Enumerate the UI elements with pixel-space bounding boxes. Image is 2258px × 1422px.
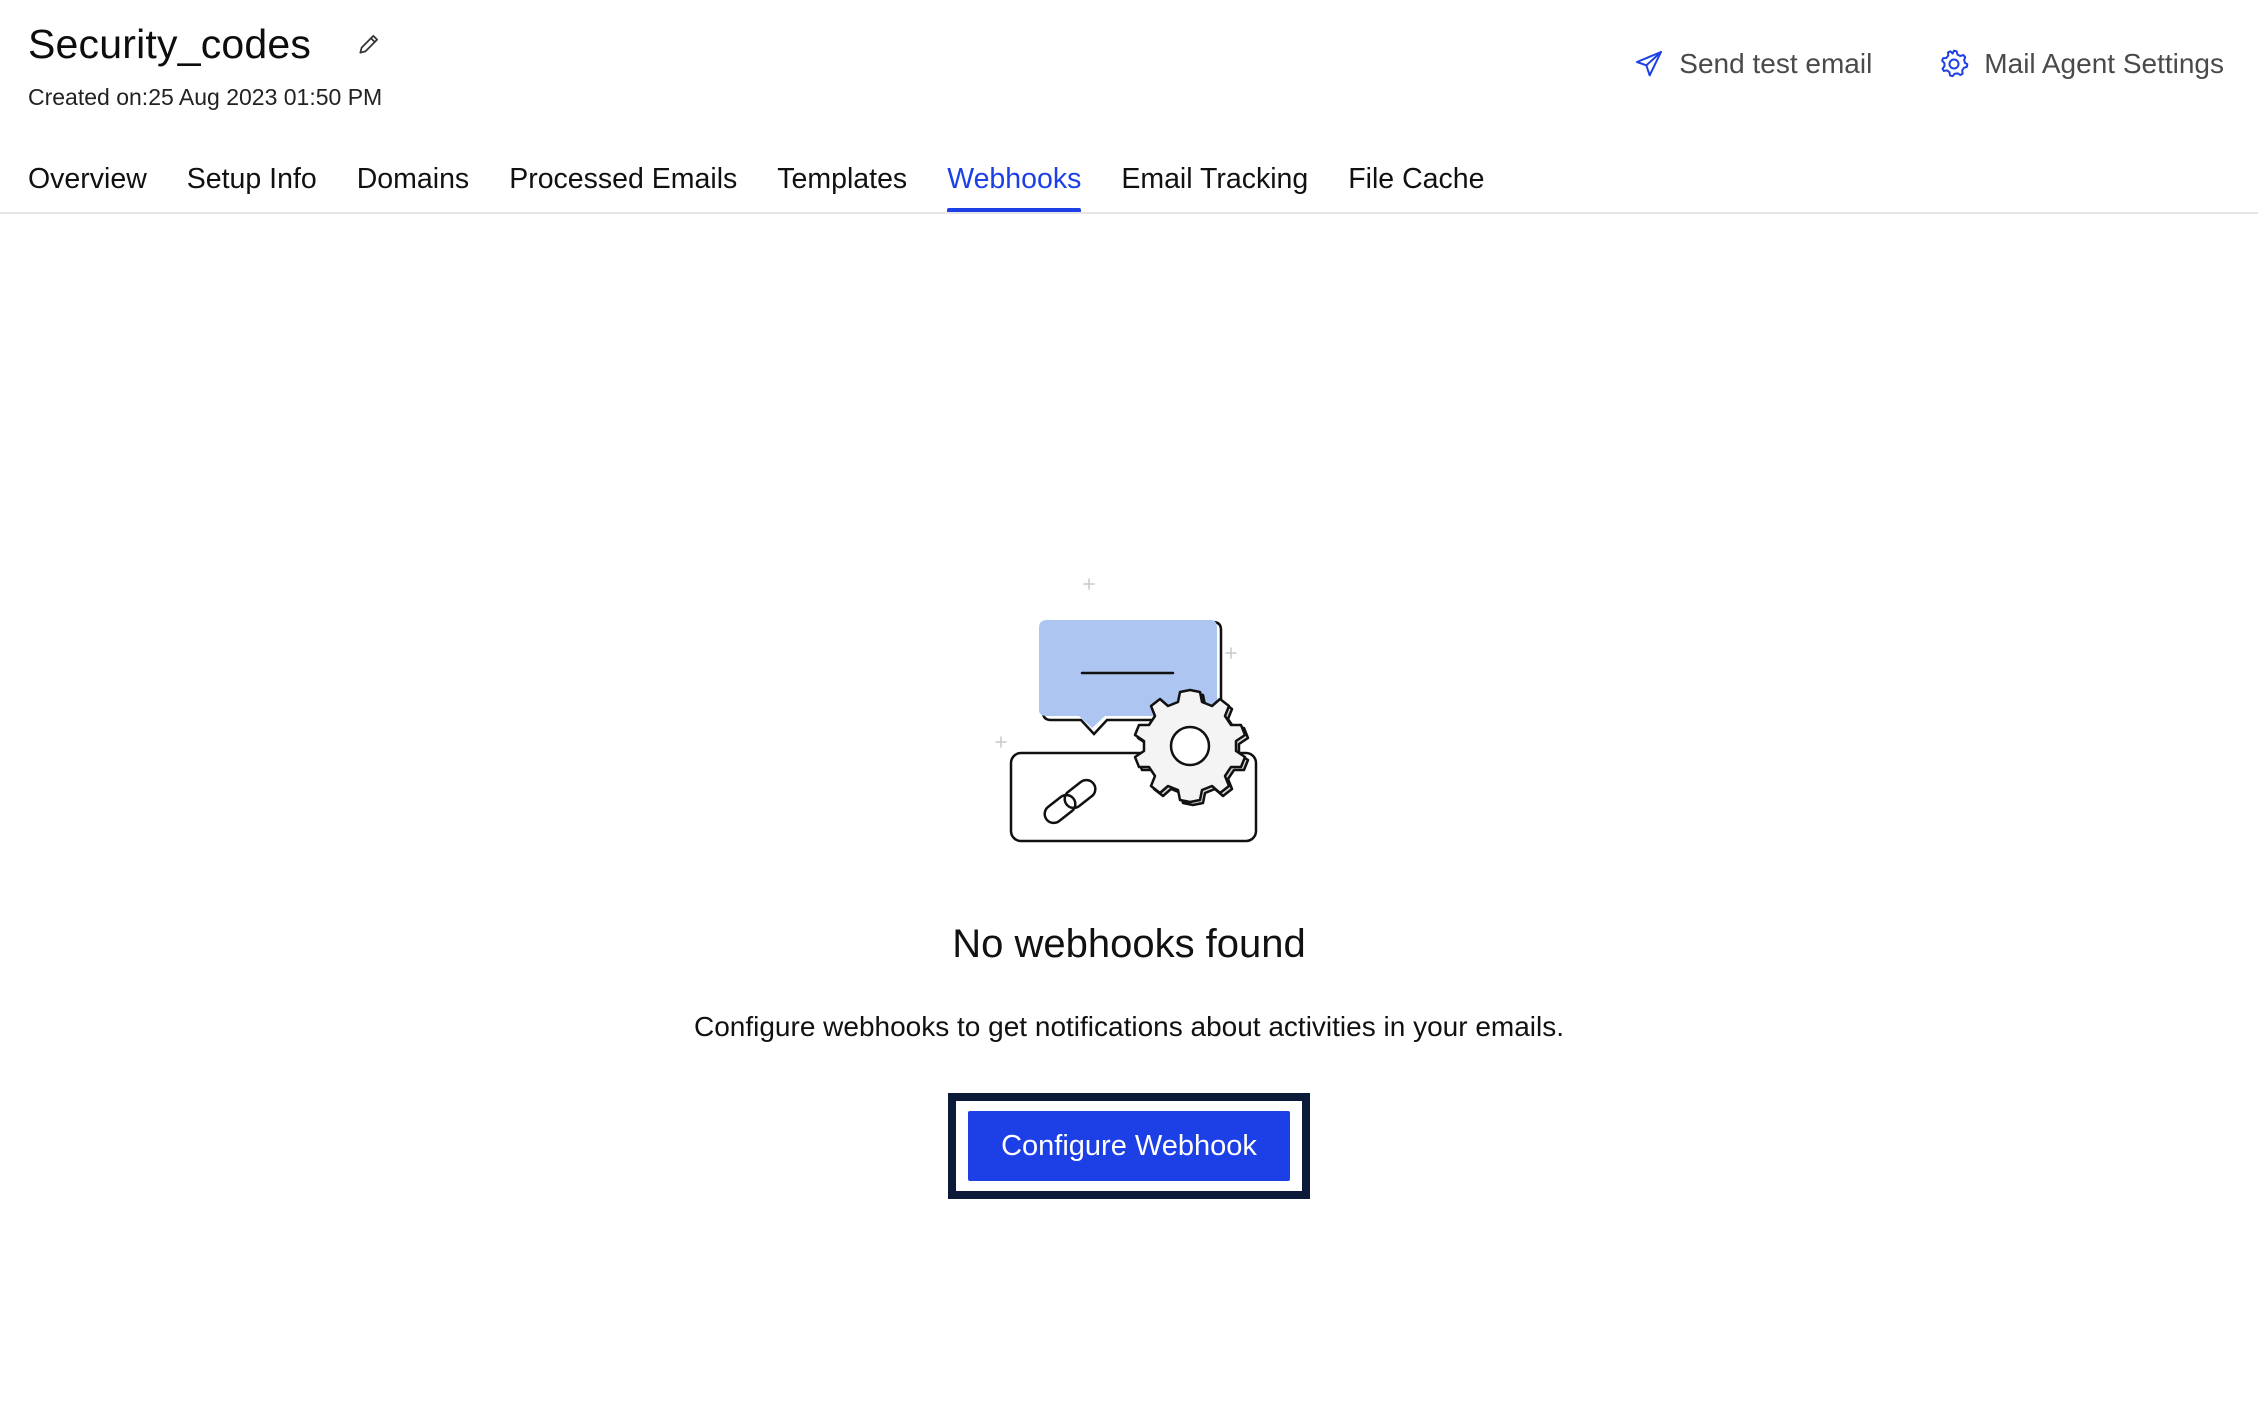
tab-templates[interactable]: Templates (777, 155, 907, 213)
created-on-text: Created on:25 Aug 2023 01:50 PM (28, 84, 383, 110)
mail-agent-settings-label: Mail Agent Settings (1984, 48, 2224, 79)
webhooks-page: Security_codes Created on:25 Aug 2023 01… (0, 0, 2258, 1422)
edit-title-button[interactable] (351, 26, 387, 62)
tab-webhooks[interactable]: Webhooks (947, 155, 1082, 213)
gear-icon (1941, 49, 1969, 78)
empty-state: No webhooks found Configure webhooks to … (0, 560, 2258, 1199)
tab-email-tracking[interactable]: Email Tracking (1121, 155, 1308, 213)
header-actions: Send test email Mail Agent Settings (1633, 48, 2224, 80)
page-title: Security_codes (28, 21, 312, 67)
tab-divider (0, 212, 2258, 214)
mail-agent-settings-button[interactable]: Mail Agent Settings (1938, 48, 2224, 80)
tab-processed-emails[interactable]: Processed Emails (509, 155, 737, 213)
tab-overview[interactable]: Overview (28, 155, 147, 213)
paper-plane-icon (1636, 51, 1663, 77)
send-test-email-button[interactable]: Send test email (1633, 48, 1872, 80)
configure-webhook-button[interactable]: Configure Webhook (968, 1111, 1290, 1181)
empty-state-title: No webhooks found (952, 922, 1306, 966)
send-test-email-label: Send test email (1679, 48, 1873, 79)
tab-domains[interactable]: Domains (357, 155, 469, 213)
title-row: Security_codes (28, 14, 387, 74)
tab-file-cache[interactable]: File Cache (1348, 155, 1484, 213)
tab-bar: Overview Setup Info Domains Processed Em… (28, 155, 1484, 213)
pencil-icon (359, 35, 379, 54)
webhook-illustration-icon (995, 578, 1258, 843)
empty-state-description: Configure webhooks to get notifications … (693, 1011, 1565, 1042)
tab-setup-info[interactable]: Setup Info (187, 155, 317, 213)
page-header: Security_codes Created on:25 Aug 2023 01… (0, 0, 2258, 213)
focus-frame: Configure Webhook (948, 1093, 1310, 1199)
